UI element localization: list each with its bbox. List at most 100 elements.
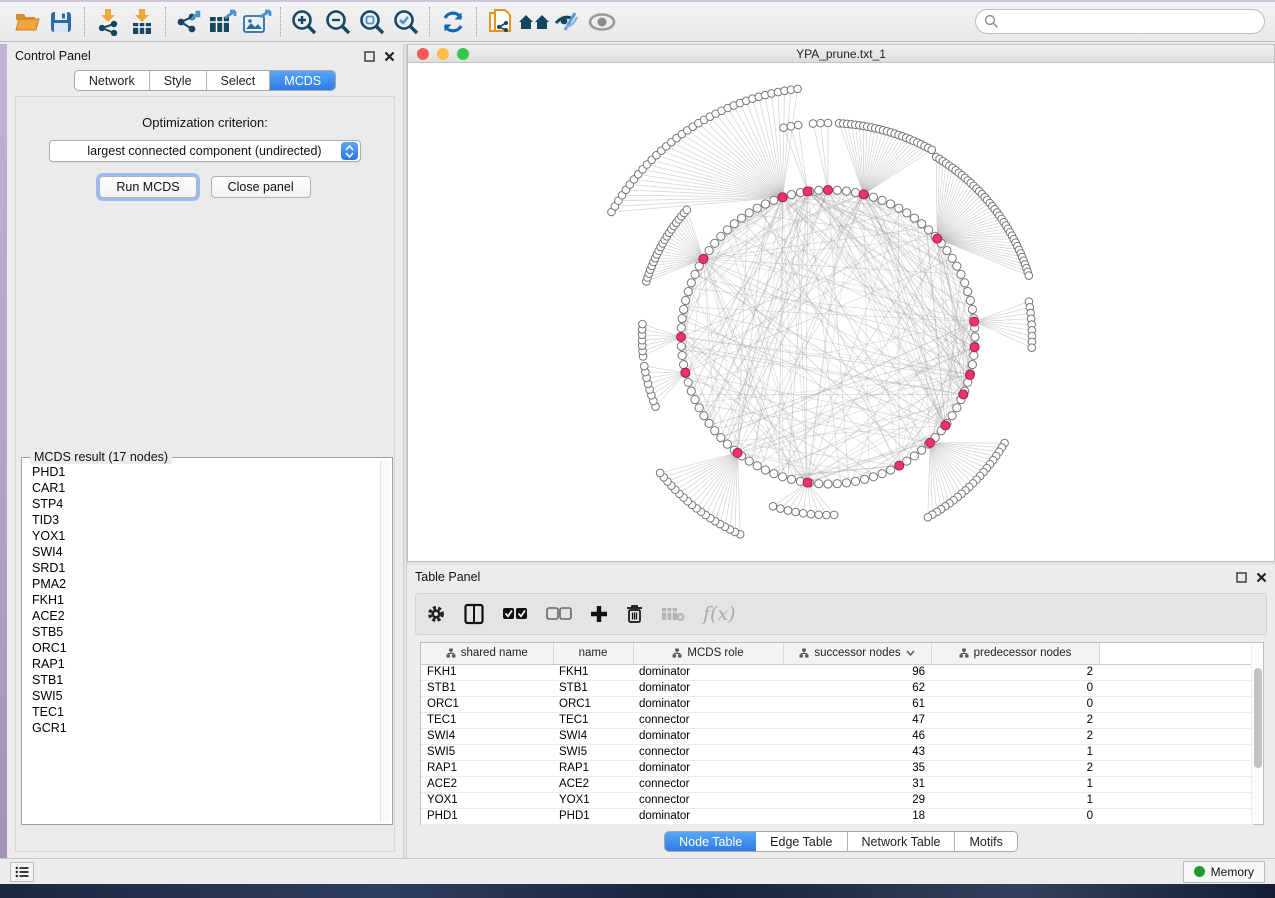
- cell-successors[interactable]: 35: [783, 760, 931, 776]
- mcds-result-item[interactable]: CAR1: [24, 480, 379, 496]
- export-network-button[interactable]: [172, 6, 206, 38]
- graph-node[interactable]: [770, 196, 778, 204]
- cell-shared_name[interactable]: RAP1: [421, 760, 553, 776]
- graph-mcds-hub-node[interactable]: [677, 333, 686, 342]
- graph-mcds-hub-node[interactable]: [778, 193, 787, 202]
- clone-network-button[interactable]: [483, 6, 517, 38]
- graph-node[interactable]: [787, 475, 795, 483]
- cell-name[interactable]: ORC1: [553, 696, 633, 712]
- graph-satellite-node[interactable]: [780, 124, 788, 132]
- network-canvas[interactable]: [408, 63, 1274, 561]
- show-all-button[interactable]: [585, 6, 619, 38]
- cell-shared_name[interactable]: ACE2: [421, 776, 553, 792]
- cell-shared_name[interactable]: SWI4: [421, 728, 553, 744]
- table-row[interactable]: PHD1PHD1dominator180: [421, 808, 1253, 824]
- cell-shared_name[interactable]: FKH1: [421, 664, 553, 680]
- show-columns-icon[interactable]: [464, 603, 484, 625]
- mcds-result-item[interactable]: STB5: [24, 624, 379, 640]
- graph-satellite-node[interactable]: [817, 119, 825, 127]
- graph-node[interactable]: [860, 475, 868, 483]
- cell-successors[interactable]: 61: [783, 696, 931, 712]
- graph-node[interactable]: [778, 473, 786, 481]
- column-header-mcds-role[interactable]: MCDS role: [633, 643, 783, 664]
- cell-role[interactable]: dominator: [633, 696, 783, 712]
- column-header-predecessor-nodes[interactable]: predecessor nodes: [931, 643, 1099, 664]
- table-scrollbar-thumb[interactable]: [1254, 668, 1262, 768]
- cell-name[interactable]: RAP1: [553, 760, 633, 776]
- zoom-selected-button[interactable]: [389, 6, 423, 38]
- cell-predecessors[interactable]: 0: [931, 680, 1099, 696]
- table-row[interactable]: TEC1TEC1connector472: [421, 712, 1253, 728]
- cell-predecessors[interactable]: 0: [931, 808, 1099, 824]
- graph-node[interactable]: [737, 214, 745, 222]
- cell-successors[interactable]: 47: [783, 712, 931, 728]
- mcds-result-item[interactable]: PHD1: [24, 464, 379, 480]
- graph-mcds-hub-node[interactable]: [970, 317, 979, 326]
- graph-mcds-hub-node[interactable]: [970, 343, 979, 352]
- graph-satellite-node[interactable]: [928, 146, 936, 154]
- network-window-titlebar[interactable]: YPA_prune.txt_1: [408, 45, 1274, 63]
- criterion-dropdown[interactable]: largest connected component (undirected): [49, 140, 361, 162]
- table-row[interactable]: ACE2ACE2connector311: [421, 776, 1253, 792]
- mcds-result-item[interactable]: SRD1: [24, 560, 379, 576]
- graph-satellite-node[interactable]: [794, 85, 802, 93]
- select-all-icon[interactable]: [502, 607, 528, 621]
- mcds-result-item[interactable]: GCR1: [24, 720, 379, 736]
- graph-node[interactable]: [680, 360, 688, 368]
- graph-node[interactable]: [851, 189, 859, 197]
- refresh-button[interactable]: [436, 6, 470, 38]
- cell-role[interactable]: connector: [633, 744, 783, 760]
- mcds-list-scrollbar[interactable]: [380, 460, 390, 822]
- cell-name[interactable]: ACE2: [553, 776, 633, 792]
- graph-satellite-node[interactable]: [784, 507, 792, 515]
- graph-satellite-node[interactable]: [807, 510, 815, 518]
- graph-mcds-hub-node[interactable]: [959, 390, 968, 399]
- cell-predecessors[interactable]: 0: [931, 696, 1099, 712]
- graph-node[interactable]: [886, 466, 894, 474]
- graph-satellite-node[interactable]: [809, 120, 817, 128]
- graph-node[interactable]: [723, 440, 731, 448]
- cell-role[interactable]: connector: [633, 712, 783, 728]
- graph-node[interactable]: [842, 479, 850, 487]
- tab-style[interactable]: Style: [150, 71, 207, 90]
- settings-gear-icon[interactable]: [426, 604, 446, 624]
- cell-predecessors[interactable]: 2: [931, 760, 1099, 776]
- graph-mcds-hub-node[interactable]: [895, 461, 904, 470]
- graph-satellite-node[interactable]: [794, 121, 802, 129]
- tab-network-table[interactable]: Network Table: [848, 832, 956, 851]
- cell-shared_name[interactable]: ORC1: [421, 696, 553, 712]
- graph-mcds-hub-node[interactable]: [803, 187, 812, 196]
- graph-satellite-node[interactable]: [824, 119, 832, 127]
- graph-satellite-node[interactable]: [1028, 344, 1036, 352]
- graph-satellite-node[interactable]: [639, 320, 647, 328]
- graph-satellite-node[interactable]: [815, 511, 823, 519]
- graph-node[interactable]: [961, 279, 969, 287]
- zoom-fit-button[interactable]: [355, 6, 389, 38]
- graph-satellite-node[interactable]: [656, 469, 664, 477]
- graph-satellite-node[interactable]: [787, 122, 795, 130]
- tab-mcds[interactable]: MCDS: [270, 71, 335, 90]
- tab-network[interactable]: Network: [75, 71, 150, 90]
- close-panel-icon[interactable]: [384, 51, 395, 62]
- graph-satellite-node[interactable]: [924, 513, 932, 521]
- graph-node[interactable]: [910, 452, 918, 460]
- graph-mcds-hub-node[interactable]: [941, 421, 950, 430]
- cell-name[interactable]: PHD1: [553, 808, 633, 824]
- graph-node[interactable]: [730, 220, 738, 228]
- cell-role[interactable]: dominator: [633, 808, 783, 824]
- graph-node[interactable]: [878, 196, 886, 204]
- zoom-in-button[interactable]: [287, 6, 321, 38]
- deselect-all-icon[interactable]: [546, 607, 572, 621]
- graph-satellite-node[interactable]: [830, 511, 838, 519]
- graph-mcds-hub-node[interactable]: [803, 478, 812, 487]
- graph-node[interactable]: [842, 187, 850, 195]
- graph-node[interactable]: [711, 427, 719, 435]
- graph-node[interactable]: [918, 446, 926, 454]
- memory-button[interactable]: Memory: [1183, 861, 1265, 883]
- graph-node[interactable]: [815, 186, 823, 194]
- graph-node[interactable]: [761, 200, 769, 208]
- cell-successors[interactable]: 46: [783, 728, 931, 744]
- graph-node[interactable]: [833, 480, 841, 488]
- table-row[interactable]: FKH1FKH1dominator962: [421, 664, 1253, 680]
- graph-node[interactable]: [745, 457, 753, 465]
